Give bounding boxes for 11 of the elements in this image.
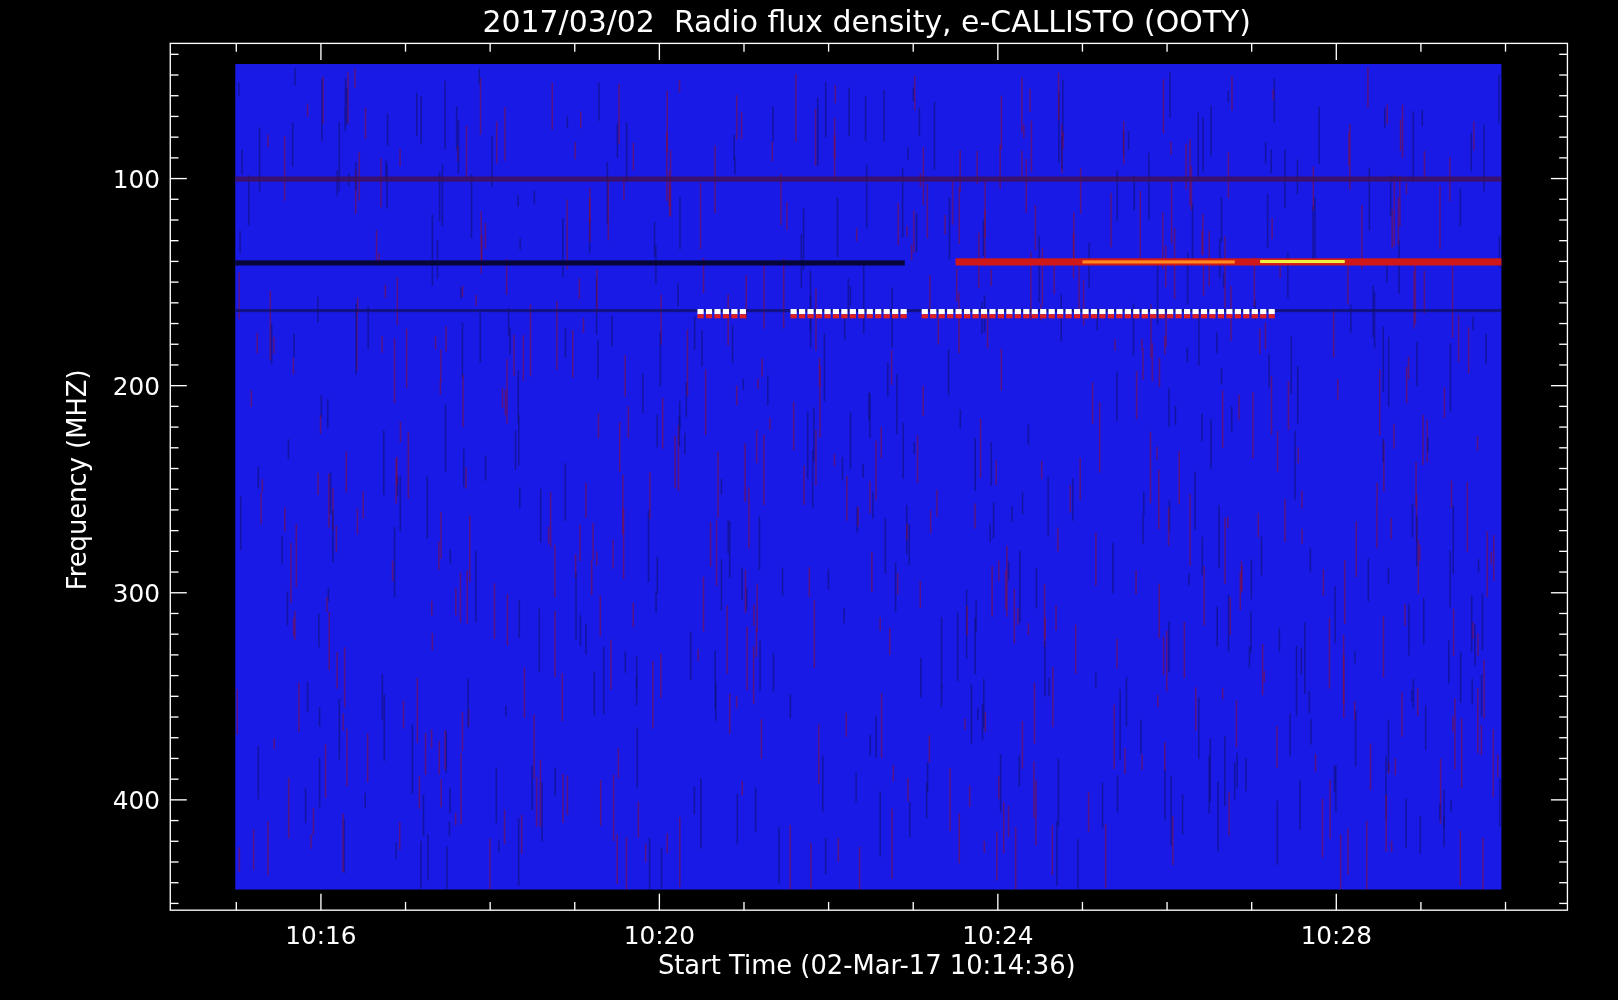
tick-label: 10:16: [285, 921, 357, 951]
tick-label: 200: [112, 371, 160, 401]
axis-label: Frequency (MHZ): [61, 369, 92, 591]
tick-label: 300: [112, 579, 160, 609]
tick-label: 10:24: [962, 921, 1034, 951]
axis-label: Start Time (02-Mar-17 10:14:36): [657, 950, 1076, 981]
plot-title: 2017/03/02 Radio flux density, e-CALLISTO (OOTY): [482, 4, 1252, 40]
tick-label: 10:28: [1300, 921, 1372, 951]
tick-label: 100: [112, 164, 160, 194]
tick-label: 10:20: [623, 921, 696, 951]
tick-label: 400: [112, 786, 160, 816]
